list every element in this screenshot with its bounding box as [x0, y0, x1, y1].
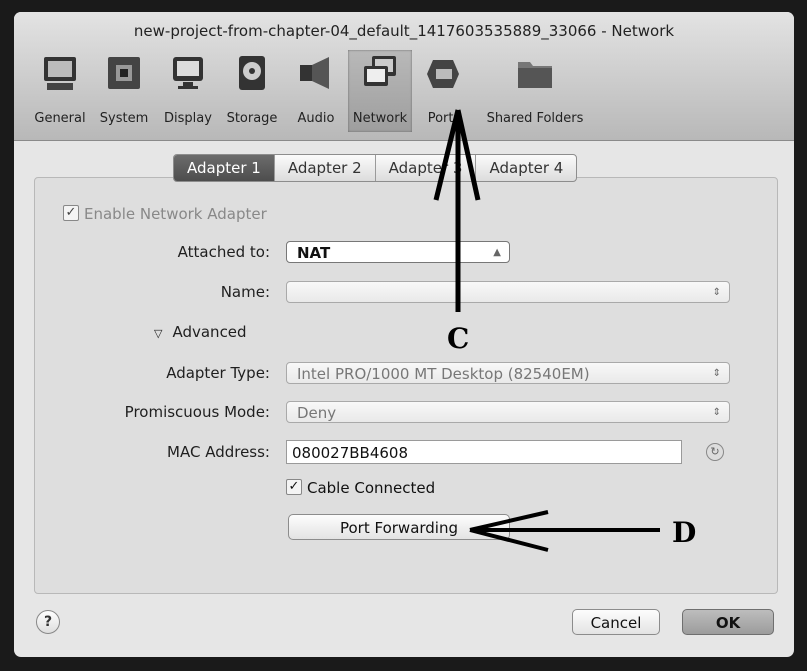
annotation-c: C: [447, 322, 470, 355]
annotation-overlay: [433, 109, 660, 552]
arrow-d-head-bottom: [469, 528, 549, 552]
annotation-d: D: [672, 516, 697, 549]
arrow-c-head-left: [433, 109, 461, 201]
arrow-d-head-top: [469, 510, 549, 532]
arrow-c-head-right: [455, 109, 481, 201]
